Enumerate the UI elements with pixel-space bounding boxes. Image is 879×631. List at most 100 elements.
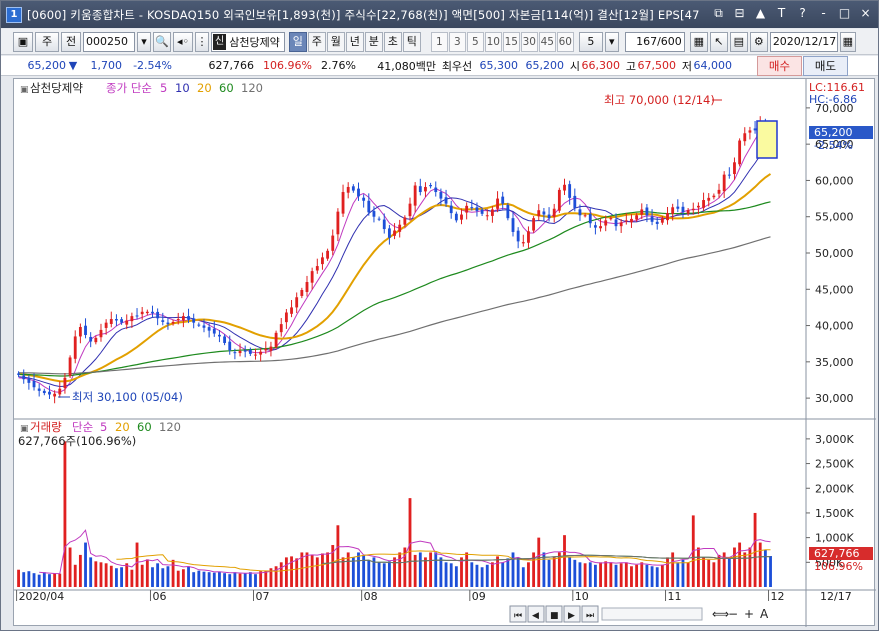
candle xyxy=(53,393,57,397)
zoom-button-icon[interactable]: − xyxy=(728,607,738,621)
zoom-button-icon[interactable]: A xyxy=(760,607,769,621)
title-button-4[interactable]: ? xyxy=(794,5,811,22)
candle xyxy=(115,319,118,321)
shin-badge: 신 xyxy=(213,33,227,50)
y-tick-label: 1,500K xyxy=(815,507,854,520)
chart-area[interactable]: 70,000 65,000 60,000 55,000 50,000 45,000 40,0… xyxy=(13,78,876,627)
candle xyxy=(284,312,288,323)
tab-period[interactable]: 년 xyxy=(345,31,364,52)
volume-bar xyxy=(130,569,134,587)
volume-bar xyxy=(48,574,51,587)
tab-period[interactable]: 초 xyxy=(383,31,402,52)
volume-bar xyxy=(398,552,402,587)
grid-icon[interactable]: ▦ xyxy=(689,31,708,52)
title-button-0[interactable]: ⧉ xyxy=(710,5,727,22)
minute-button[interactable]: 60 xyxy=(556,31,574,52)
candle xyxy=(671,207,675,214)
volume-bar xyxy=(429,552,433,587)
volume-bar xyxy=(650,566,654,587)
volume-bar xyxy=(712,562,716,587)
chart-type-icon[interactable]: ▣ xyxy=(13,31,33,52)
volume-bar xyxy=(382,563,386,587)
chart-svg[interactable]: 70,00065,00060,00055,00050,00045,00040,0… xyxy=(14,79,876,627)
candle xyxy=(393,230,396,236)
candle xyxy=(166,322,170,325)
code-dropdown-icon[interactable]: ▾ xyxy=(137,31,151,52)
minute-button[interactable]: 3 xyxy=(448,31,466,52)
speaker-icon[interactable]: ◂◦ xyxy=(173,31,193,52)
zoom-button-icon[interactable]: + xyxy=(744,607,754,621)
candle xyxy=(454,213,458,221)
ma-120-line xyxy=(18,236,771,375)
tools-icon[interactable]: ↖ xyxy=(709,31,728,52)
price-legend-ma-120: 120 xyxy=(241,81,263,95)
volume-bar xyxy=(68,547,72,587)
candle xyxy=(259,351,263,355)
candle xyxy=(743,133,747,142)
tab-period[interactable]: 분 xyxy=(364,31,383,52)
tick-dropdown-icon[interactable]: ▾ xyxy=(604,31,619,52)
prev-button[interactable]: 전 xyxy=(61,31,81,52)
calendar-icon[interactable]: ▦ xyxy=(839,31,856,52)
zoom-button-icon[interactable]: ⟺ xyxy=(712,607,729,621)
minute-button[interactable]: 30 xyxy=(520,31,538,52)
title-button-1[interactable]: ⊟ xyxy=(731,5,748,22)
tab-period[interactable]: 일 xyxy=(288,31,307,52)
tab-period[interactable]: 월 xyxy=(326,31,345,52)
candle xyxy=(351,186,355,191)
scroll-button-icon: ⏭ xyxy=(586,611,594,621)
volume-bar xyxy=(645,564,649,587)
price-change: 1,700 xyxy=(90,59,123,72)
title-button-2[interactable]: ▲ xyxy=(752,5,769,22)
period-type-select[interactable]: 주 xyxy=(35,31,59,52)
stock-name: 삼천당제약 xyxy=(229,35,280,49)
minute-button[interactable]: 10 xyxy=(484,31,502,52)
quote-bar: 65,200 ▼ 1,700 -2.54% 627,766 106.96% 2.… xyxy=(1,56,878,76)
minute-button[interactable]: 5 xyxy=(466,31,484,52)
candle xyxy=(557,189,561,211)
window-title: [0600] 키움종합차트 - KOSDAQ150 외국인보유[1,893(천)… xyxy=(27,7,700,22)
save-icon[interactable]: ▤ xyxy=(729,31,748,52)
candle xyxy=(310,271,314,283)
volume-bar xyxy=(733,547,736,587)
candle xyxy=(269,346,273,351)
title-button-5[interactable]: - xyxy=(815,5,832,22)
title-button-6[interactable]: □ xyxy=(836,5,853,22)
candle xyxy=(599,226,602,229)
volume-bar xyxy=(17,569,20,587)
minute-button[interactable]: 1 xyxy=(430,31,448,52)
app-icon[interactable]: 1 xyxy=(6,6,22,23)
y-tick-label: 35,000 xyxy=(815,356,854,369)
candle xyxy=(465,205,469,213)
volume-bar xyxy=(635,564,639,587)
gear-icon[interactable]: ⚙ xyxy=(749,31,768,52)
minute-button[interactable]: 45 xyxy=(538,31,556,52)
high-label: 고 xyxy=(625,59,636,73)
candle xyxy=(542,211,546,215)
minute-button[interactable]: 15 xyxy=(502,31,520,52)
candle xyxy=(156,311,160,319)
count-input[interactable]: 167/600 xyxy=(624,31,685,52)
title-button-7[interactable]: × xyxy=(857,5,874,22)
stock-name-box[interactable]: 신 삼천당제약 xyxy=(211,31,285,52)
tick-select[interactable]: 5 xyxy=(578,31,603,52)
tab-period[interactable]: 주 xyxy=(307,31,326,52)
link-icon[interactable]: ⋮ xyxy=(195,31,209,52)
tab-period[interactable]: 틱 xyxy=(402,31,421,52)
volume-bar xyxy=(666,557,669,587)
volume-bar xyxy=(284,557,288,587)
date-input[interactable]: 2020/12/17 xyxy=(769,31,838,52)
candle xyxy=(722,174,726,192)
low-annotation: 최저 30,100 (05/04) xyxy=(72,390,183,404)
title-button-3[interactable]: T xyxy=(773,5,790,22)
scroll-controls[interactable]: ⏮ ◀ ■ ▶ ⏭ xyxy=(509,605,599,623)
buy-button[interactable]: 매수 xyxy=(757,56,802,76)
volume-bar xyxy=(254,574,257,587)
trade-amount: 41,080백만 xyxy=(377,59,436,73)
stock-code-input[interactable]: 000250 xyxy=(83,31,135,52)
volume-bar xyxy=(660,564,664,587)
candle xyxy=(207,327,211,331)
sell-button[interactable]: 매도 xyxy=(803,56,848,76)
y-tick-label: 45,000 xyxy=(815,283,854,296)
search-icon[interactable]: 🔍 xyxy=(153,31,171,52)
